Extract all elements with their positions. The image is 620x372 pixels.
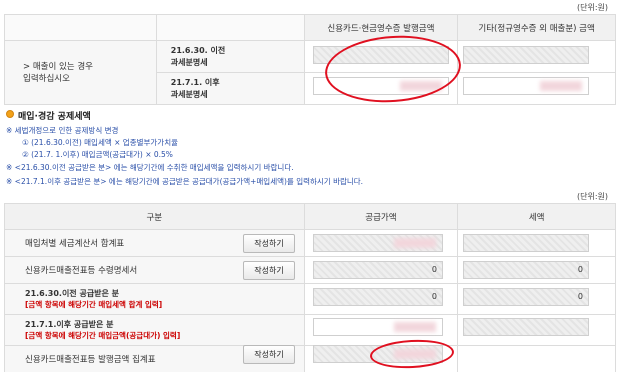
section-bullet-icon <box>6 110 14 118</box>
other-amount-after-input[interactable] <box>463 77 589 95</box>
header-other: 기타(정규영수증 외 매출분) 금액 <box>457 14 616 41</box>
row-sub-instruction: [금액 항목에 해당기간 매입금액(공급대가) 입력] <box>25 331 181 340</box>
header-tax: 세액 <box>457 203 616 230</box>
note-line-5: ※ <21.7.1.이후 공급받은 분> 에는 해당기간에 공급받은 공급대가(… <box>6 177 364 186</box>
section-title: 매입·경감 공제세액 <box>18 112 91 122</box>
unit-label-bottom: (단위:원) <box>577 192 609 201</box>
cell-tax-row5 <box>457 345 616 372</box>
row-label-text: 매입처별 세금계산서 합계표 <box>25 239 125 249</box>
row-label-after: 21.7.1.이후 공급받은 분 [금액 항목에 해당기간 매입금액(공급대가)… <box>4 314 305 346</box>
row-sub-instruction: [금액 항목에 해당기간 매입세액 합계 입력] <box>25 300 163 309</box>
write-card-issue-button[interactable]: 작성하기 <box>243 345 295 364</box>
row-label-text: 21.7.1.이후 공급받은 분 <box>25 320 114 329</box>
period-label-after: 21.7.1. 이후 과세분명세 <box>155 72 305 105</box>
before-tax-input[interactable]: 0 <box>463 288 589 306</box>
note-line-1: ※ 세법개정으로 인한 공제방식 변경 <box>6 126 119 135</box>
invoice-tax-input[interactable] <box>463 234 589 252</box>
period-label-before: 21.6.30. 이전 과세분명세 <box>155 40 305 73</box>
other-amount-before-input[interactable] <box>463 46 589 64</box>
row-label-text: 21.6.30.이전 공급받은 분 <box>25 289 120 298</box>
card-receipt-tax-input[interactable]: 0 <box>463 261 589 279</box>
note-line-2: ① (21.6.30.이전) 매입세액 × 업종별부가가치율 <box>22 138 179 147</box>
note-line-3: ② (21.7. 1.이후) 매입금액(공급대가) × 0.5% <box>22 150 173 159</box>
row-label-text: 신용카드매출전표등 발행금액 집계표 <box>25 355 156 365</box>
blank-header-2 <box>155 14 305 41</box>
row-label-sales: > 매출이 있는 경우 입력하십시오 <box>4 40 157 105</box>
invoice-supply-input[interactable] <box>313 234 443 252</box>
blank-header-1 <box>4 14 157 41</box>
write-card-receipt-button[interactable]: 작성하기 <box>243 261 295 280</box>
note-line-4: ※ <21.6.30.이전 공급받은 분> 에는 해당기간에 수취한 매입세액을… <box>6 163 294 172</box>
row-label-text: 신용카드매출전표등 수령명세서 <box>25 266 138 276</box>
write-invoice-summary-button[interactable]: 작성하기 <box>243 234 295 253</box>
card-receipt-supply-input[interactable]: 0 <box>313 261 443 279</box>
after-tax-input[interactable] <box>463 318 589 336</box>
unit-label-top: (단위:원) <box>577 3 609 12</box>
row-label-before: 21.6.30.이전 공급받은 분 [금액 항목에 해당기간 매입세액 합계 입… <box>4 283 305 315</box>
before-supply-input[interactable]: 0 <box>313 288 443 306</box>
header-supply: 공급가액 <box>303 203 459 230</box>
header-division: 구분 <box>4 203 305 230</box>
after-supply-input[interactable] <box>313 318 443 336</box>
